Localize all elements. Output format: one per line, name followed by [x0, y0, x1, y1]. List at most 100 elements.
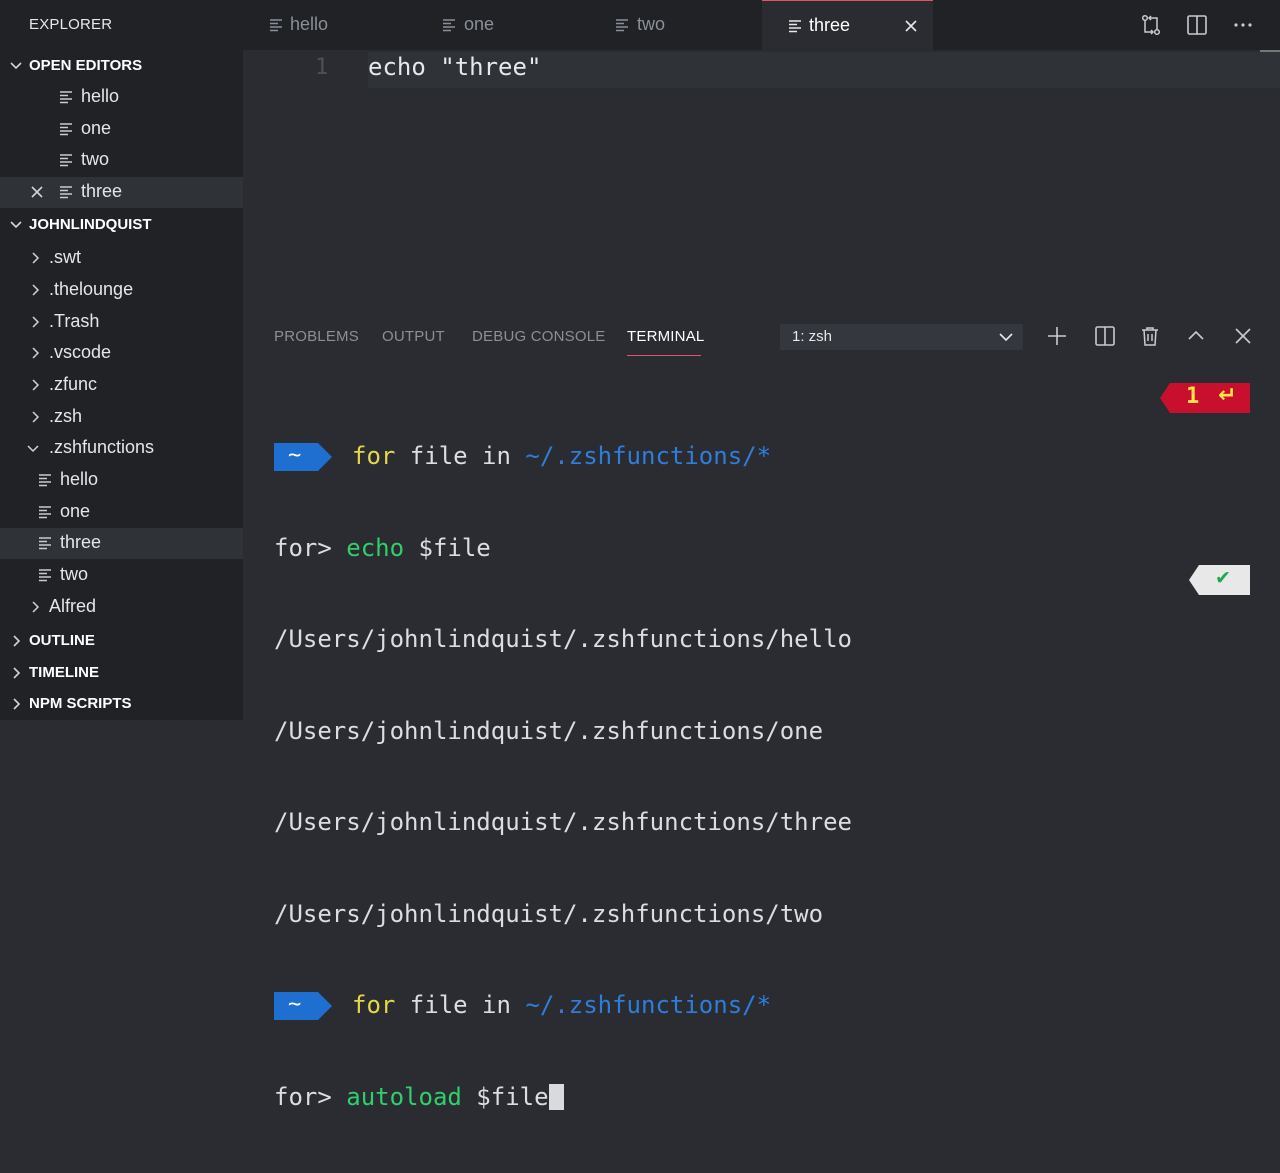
line-number: 1	[315, 55, 329, 80]
folder-item[interactable]: .vscode	[0, 338, 243, 369]
compare-changes-icon[interactable]	[1139, 13, 1163, 37]
continuation-prompt: for>	[274, 1082, 347, 1111]
chevron-down-icon	[10, 221, 22, 229]
file-lines-icon	[60, 186, 72, 199]
folder-label: .zsh	[49, 406, 83, 426]
active-tab-indicator	[627, 355, 701, 356]
file-lines-icon	[39, 569, 51, 582]
code-line[interactable]: echo "three"	[368, 53, 541, 81]
tab-hello[interactable]: hello	[243, 0, 418, 50]
folder-label: Alfred	[49, 596, 97, 616]
tab-label: hello	[290, 14, 329, 34]
folder-item[interactable]: .zsh	[0, 402, 243, 433]
open-editor-item-hello[interactable]: hello	[0, 82, 243, 113]
prompt-dir: ~	[288, 992, 302, 1017]
return-icon: ↵	[1218, 383, 1237, 408]
file-lines-icon	[60, 91, 72, 104]
file-item[interactable]: hello	[0, 465, 243, 496]
plain-text: $file	[404, 533, 491, 562]
tab-one[interactable]: one	[418, 0, 590, 50]
explorer-title: EXPLORER	[29, 16, 113, 33]
file-item-selected[interactable]: three	[0, 528, 243, 559]
file-label: hello	[60, 469, 99, 489]
folder-label: .vscode	[49, 342, 112, 362]
folder-label: .zfunc	[49, 374, 98, 394]
add-icon[interactable]	[1045, 324, 1069, 348]
terminal-output[interactable]: ~ for file in ~/.zshfunctions/* for> echo…	[274, 380, 852, 1173]
terminal-cursor	[548, 1083, 564, 1110]
file-label: one	[60, 501, 91, 521]
chevron-right-icon	[13, 635, 21, 647]
terminal-line: ~ for file in ~/.zshfunctions/*	[274, 441, 852, 472]
folder-item-expanded[interactable]: .zshfunctions	[0, 433, 243, 464]
npm-scripts-header[interactable]: NPM SCRIPTS	[0, 689, 243, 719]
workspace-header[interactable]: JOHNLINDQUIST	[0, 210, 243, 240]
outline-header[interactable]: OUTLINE	[0, 626, 243, 656]
open-editor-label: two	[81, 149, 110, 169]
tab-output[interactable]: OUTPUT	[382, 328, 445, 345]
terminal-select[interactable]: 1: zsh	[780, 324, 1023, 350]
workspace-label: JOHNLINDQUIST	[29, 216, 152, 233]
chevron-right-icon	[32, 601, 40, 613]
tab-three[interactable]: three	[762, 0, 933, 50]
path-text: ~/.zshfunctions/*	[525, 442, 772, 470]
folder-item[interactable]: Alfred	[0, 592, 243, 623]
terminal-output-line: /Users/johnlindquist/.zshfunctions/one	[274, 716, 824, 745]
timeline-header[interactable]: TIMELINE	[0, 658, 243, 688]
close-icon[interactable]	[903, 18, 919, 34]
chevron-down-icon	[27, 445, 39, 453]
file-lines-icon	[270, 19, 282, 32]
file-lines-icon	[60, 154, 72, 167]
tab-label: two	[637, 14, 666, 34]
folder-label: .swt	[49, 247, 82, 267]
folder-label: .Trash	[49, 311, 100, 331]
split-editor-icon[interactable]	[1185, 13, 1209, 37]
timeline-label: TIMELINE	[29, 664, 99, 681]
prompt-segment: ~	[274, 443, 332, 471]
folder-item[interactable]: .zfunc	[0, 370, 243, 401]
tab-terminal[interactable]: TERMINAL	[627, 328, 704, 345]
path-text: ~/.zshfunctions/*	[525, 991, 772, 1019]
open-editor-item-two[interactable]: two	[0, 145, 243, 176]
open-editors-header[interactable]: OPEN EDITORS	[0, 51, 243, 81]
file-label: three	[60, 532, 102, 552]
folder-item[interactable]: .swt	[0, 243, 243, 274]
terminal-select-value: 1: zsh	[792, 328, 833, 345]
folder-label: .zshfunctions	[49, 437, 155, 457]
check-icon: ✔	[1215, 567, 1231, 589]
tab-debug-console[interactable]: DEBUG CONSOLE	[472, 328, 605, 345]
tab-label: one	[464, 14, 495, 34]
sidebar: EXPLORER OPEN EDITORS hello one two thre…	[0, 0, 243, 720]
chevron-right-icon	[32, 347, 40, 359]
tab-two[interactable]: two	[590, 0, 762, 50]
folder-item[interactable]: .Trash	[0, 307, 243, 338]
exit-status-error: 1 ↵	[1160, 383, 1250, 413]
exit-code: 1	[1186, 384, 1200, 409]
chevron-right-icon	[32, 379, 40, 391]
trash-icon[interactable]	[1138, 324, 1162, 348]
folder-label: .thelounge	[49, 279, 134, 299]
folder-item[interactable]: .thelounge	[0, 275, 243, 306]
command-text: echo	[346, 533, 405, 562]
minimap-slider[interactable]	[1260, 50, 1280, 52]
continuation-prompt: for>	[274, 533, 347, 562]
open-editor-item-three[interactable]: three	[0, 177, 243, 208]
chevron-up-icon[interactable]	[1184, 324, 1208, 348]
file-item[interactable]: one	[0, 497, 243, 528]
file-item[interactable]: two	[0, 560, 243, 591]
prompt-dir: ~	[288, 443, 302, 468]
terminal-line: for> autoload $file	[274, 1082, 852, 1113]
tab-problems[interactable]: PROBLEMS	[274, 328, 359, 345]
split-terminal-icon[interactable]	[1093, 324, 1117, 348]
editor-area[interactable]: 1 echo "three"	[243, 50, 1280, 308]
open-editors-label: OPEN EDITORS	[29, 57, 143, 74]
close-icon[interactable]	[30, 185, 44, 199]
npm-scripts-label: NPM SCRIPTS	[29, 695, 132, 712]
more-actions-icon[interactable]	[1231, 13, 1255, 37]
open-editor-item-one[interactable]: one	[0, 114, 243, 145]
chevron-right-icon	[32, 316, 40, 328]
file-lines-icon	[60, 123, 72, 136]
chevron-right-icon	[32, 411, 40, 423]
command-text: autoload	[346, 1082, 462, 1111]
close-icon[interactable]	[1231, 324, 1255, 348]
